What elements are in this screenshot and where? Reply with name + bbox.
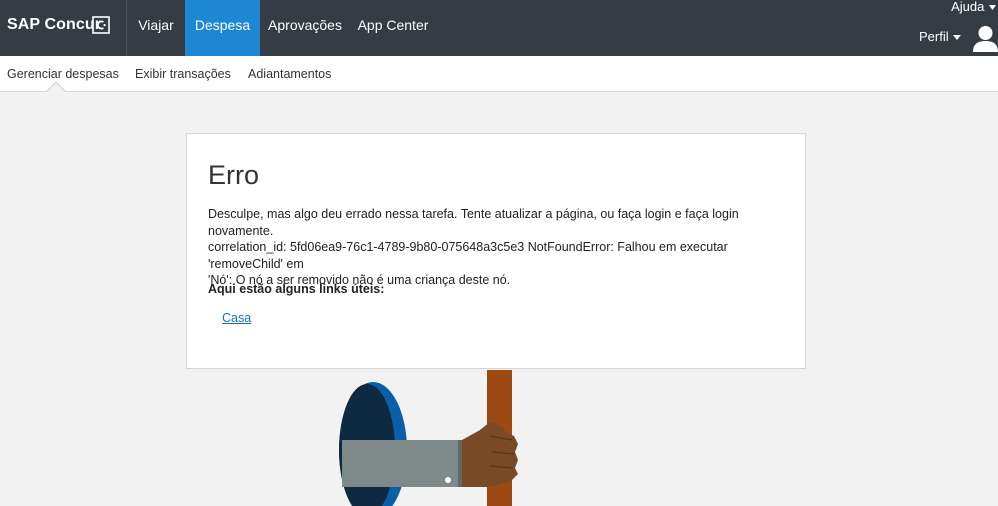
useful-links-heading: Aqui estão alguns links úteis: <box>208 282 385 296</box>
nav-tab-despesa[interactable]: Despesa <box>185 0 260 56</box>
active-tab-pointer <box>46 81 66 92</box>
error-message-line: Desculpe, mas algo deu errado nessa tare… <box>208 207 739 238</box>
error-title: Erro <box>208 160 260 190</box>
profile-menu[interactable]: Perfil <box>919 29 949 44</box>
help-label: Ajuda <box>951 0 985 14</box>
user-avatar-icon[interactable] <box>973 24 998 52</box>
concur-c-logo-icon <box>92 16 110 34</box>
home-link[interactable]: Casa <box>222 311 251 325</box>
brand-name: SAP Concur <box>7 16 102 33</box>
nav-tab-aprovacoes[interactable]: Aprovações <box>260 0 350 56</box>
top-navigation-bar: SAP Concur Viajar Despesa Aprovações App… <box>0 0 998 56</box>
chevron-down-icon[interactable] <box>953 35 961 40</box>
nav-tab-app-center[interactable]: App Center <box>350 0 436 56</box>
help-menu[interactable]: Ajuda <box>951 0 998 13</box>
error-message: Desculpe, mas algo deu errado nessa tare… <box>208 206 768 289</box>
hand-holding-sign-illustration <box>339 370 518 506</box>
nav-tab-viajar[interactable]: Viajar <box>127 0 185 56</box>
brand-home-link[interactable]: SAP Concur <box>0 0 127 56</box>
subnav-tab-adiantamentos[interactable]: Adiantamentos <box>248 67 331 81</box>
subnav-tab-gerenciar-despesas[interactable]: Gerenciar despesas <box>7 67 119 81</box>
sub-navigation-bar: Gerenciar despesas Exibir transações Adi… <box>0 56 998 92</box>
chevron-down-icon <box>989 5 996 11</box>
error-message-line: correlation_id: 5fd06ea9-76c1-4789-9b80-… <box>208 240 728 271</box>
error-card: Erro Desculpe, mas algo deu errado nessa… <box>186 133 806 369</box>
subnav-tab-exibir-transacoes[interactable]: Exibir transações <box>135 67 231 81</box>
